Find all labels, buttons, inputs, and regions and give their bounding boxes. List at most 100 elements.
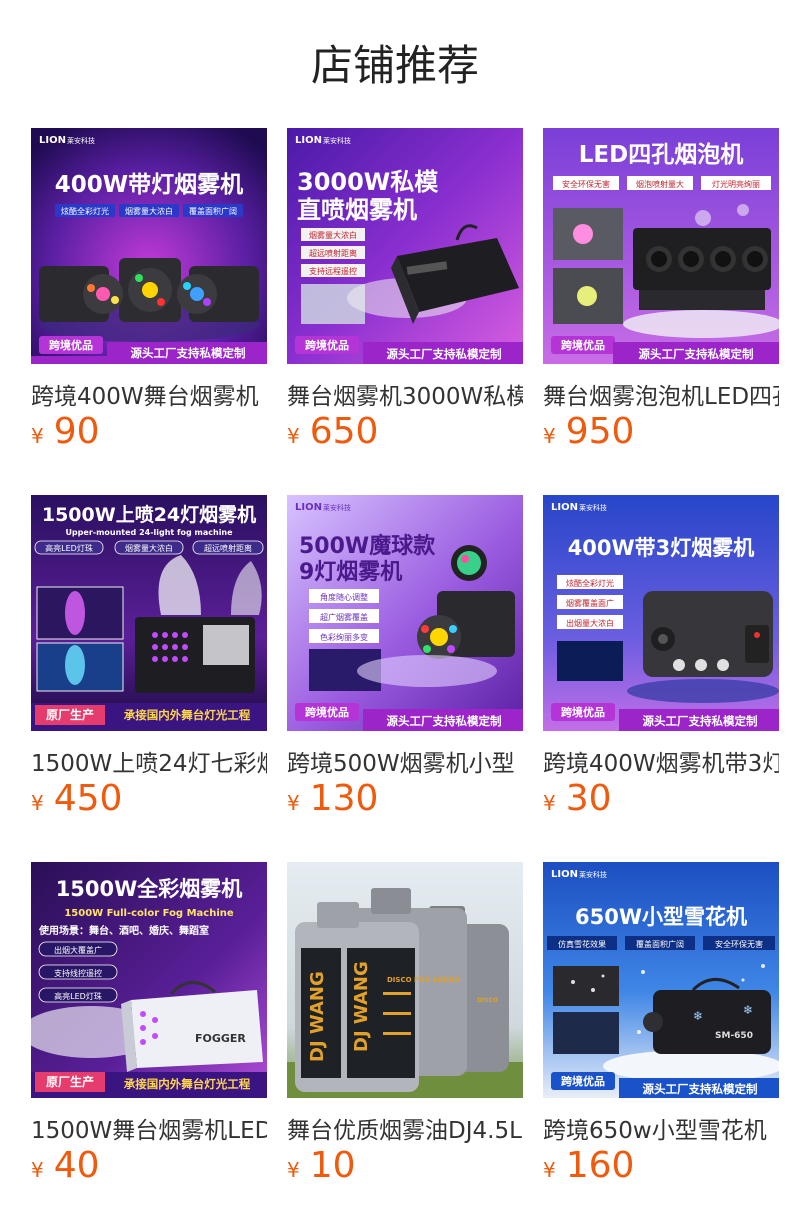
brand-logo: LION (295, 135, 322, 146)
price-value: 450 (53, 778, 123, 819)
product-image[interactable]: DJ WANG DJ WANG DISCO FOG LIQUID DISCO (287, 862, 523, 1098)
svg-text:使用场景：舞台、酒吧、婚庆、舞蹈室: 使用场景：舞台、酒吧、婚庆、舞蹈室 (38, 924, 209, 937)
image-headline: 3000W私模 (297, 168, 439, 196)
product-card[interactable]: LION 莱安科技 500W魔球款 9灯烟雾机 角度随心调整 超广烟雾覆盖 色彩… (287, 495, 523, 830)
svg-text:角度随心调整: 角度随心调整 (320, 592, 368, 602)
svg-text:莱安科技: 莱安科技 (323, 503, 351, 512)
svg-text:源头工厂支持私模定制: 源头工厂支持私模定制 (130, 346, 246, 360)
product-name[interactable]: 跨境400W舞台烟雾机 (31, 380, 267, 414)
product-name[interactable]: 跨境400W烟雾机带3灯 (543, 747, 779, 781)
product-card[interactable]: LION 莱安科技 400W带3灯烟雾机 炫酷全彩灯光 烟雾覆盖面广 出烟量大浓… (543, 495, 779, 830)
svg-text:承接国内外舞台灯光工程: 承接国内外舞台灯光工程 (123, 708, 251, 722)
badge: 跨境优品 (305, 338, 349, 352)
svg-text:安全环保无害: 安全环保无害 (715, 939, 763, 949)
product-image[interactable]: LED四孔烟泡机 安全环保无害 烟泡喷射量大 灯光明亮绚丽 跨境优品 源头工厂支… (543, 128, 779, 364)
product-image[interactable]: 1500W全彩烟雾机 1500W Full-color Fog Machine … (31, 862, 267, 1098)
svg-text:烟雾量大浓白: 烟雾量大浓白 (125, 206, 173, 216)
svg-text:直喷烟雾机: 直喷烟雾机 (297, 196, 417, 224)
price-value: 90 (53, 411, 100, 452)
product-image[interactable]: LION 莱安科技 500W魔球款 9灯烟雾机 角度随心调整 超广烟雾覆盖 色彩… (287, 495, 523, 731)
badge: 原厂生产 (46, 707, 94, 722)
svg-text:9灯烟雾机: 9灯烟雾机 (299, 560, 402, 585)
price-value: 30 (565, 778, 612, 819)
svg-text:FOGGER: FOGGER (195, 1032, 246, 1045)
currency-symbol: ¥ (287, 1158, 300, 1182)
svg-text:DJ WANG: DJ WANG (351, 961, 372, 1052)
product-card[interactable]: LION 莱安科技 650W小型雪花机 仿真雪花效果 覆盖面积广阔 安全环保无害… (543, 862, 779, 1197)
product-price: ¥650 (287, 411, 378, 455)
svg-text:炫酷全彩灯光: 炫酷全彩灯光 (566, 578, 614, 588)
badge: 跨境优品 (561, 1074, 605, 1088)
badge: 跨境优品 (49, 338, 93, 352)
price-value: 650 (309, 411, 379, 452)
badge: 原厂生产 (46, 1074, 94, 1089)
product-price: ¥10 (287, 1145, 356, 1189)
svg-text:莱安科技: 莱安科技 (579, 870, 607, 879)
product-name[interactable]: 跨境500W烟雾机小型 (287, 747, 523, 781)
product-price: ¥950 (543, 411, 634, 455)
snow-machine-graphic: SM-650 ❄ ❄ (643, 978, 771, 1054)
svg-text:DISCO: DISCO (477, 997, 498, 1004)
product-card[interactable]: LION 莱安科技 400W带灯烟雾机 炫酷全彩灯光 烟雾量大浓白 覆盖面积广阔 (31, 128, 267, 463)
svg-text:仿真雪花效果: 仿真雪花效果 (558, 939, 606, 949)
fog-machine-graphic (643, 591, 773, 677)
svg-text:烟雾量大浓白: 烟雾量大浓白 (309, 230, 357, 240)
product-name[interactable]: 舞台优质烟雾油DJ4.5L (287, 1114, 523, 1148)
fog-machine-graphic (633, 228, 771, 310)
price-value: 40 (53, 1145, 100, 1186)
product-card[interactable]: 1500W上喷24灯烟雾机 Upper-mounted 24-light fog… (31, 495, 267, 830)
badge: 跨境优品 (561, 338, 605, 352)
product-card[interactable]: 1500W全彩烟雾机 1500W Full-color Fog Machine … (31, 862, 267, 1197)
fog-machine-graphic (39, 258, 259, 322)
product-name[interactable]: 1500W舞台烟雾机LED (31, 1114, 267, 1148)
image-headline: 500W魔球款 (299, 533, 436, 559)
svg-text:高亮LED灯珠: 高亮LED灯珠 (45, 543, 93, 553)
price-value: 950 (565, 411, 635, 452)
svg-text:覆盖面积广阔: 覆盖面积广阔 (189, 206, 237, 216)
svg-text:高亮LED灯珠: 高亮LED灯珠 (54, 991, 102, 1001)
product-card[interactable]: LED四孔烟泡机 安全环保无害 烟泡喷射量大 灯光明亮绚丽 跨境优品 源头工厂支… (543, 128, 779, 463)
svg-text:色彩绚丽多变: 色彩绚丽多变 (320, 632, 368, 642)
svg-text:Upper-mounted 24-light fog mac: Upper-mounted 24-light fog machine (65, 528, 233, 537)
svg-text:源头工厂支持私模定制: 源头工厂支持私模定制 (642, 714, 758, 728)
product-price: ¥30 (543, 778, 612, 822)
currency-symbol: ¥ (543, 424, 556, 448)
svg-text:源头工厂支持私模定制: 源头工厂支持私模定制 (386, 714, 502, 728)
price-value: 130 (309, 778, 379, 819)
image-headline: 400W带3灯烟雾机 (568, 536, 755, 560)
brand-logo: LION (295, 502, 322, 513)
currency-symbol: ¥ (287, 424, 300, 448)
svg-text:超远喷射距离: 超远喷射距离 (204, 543, 252, 553)
product-card[interactable]: DJ WANG DJ WANG DISCO FOG LIQUID DISCO 舞… (287, 862, 523, 1197)
svg-text:覆盖面积广阔: 覆盖面积广阔 (636, 939, 684, 949)
price-value: 160 (565, 1145, 635, 1186)
product-image[interactable]: LION 莱安科技 3000W私模 直喷烟雾机 烟雾量大浓白 超远喷射距离 支持… (287, 128, 523, 364)
svg-text:莱安科技: 莱安科技 (323, 136, 351, 145)
svg-text:烟泡喷射量大: 烟泡喷射量大 (636, 179, 684, 189)
currency-symbol: ¥ (31, 1158, 44, 1182)
product-name[interactable]: 舞台烟雾机3000W私模 (287, 380, 523, 414)
svg-text:超远喷射距离: 超远喷射距离 (309, 248, 357, 258)
product-price: ¥90 (31, 411, 100, 455)
product-image[interactable]: 1500W上喷24灯烟雾机 Upper-mounted 24-light fog… (31, 495, 267, 731)
svg-text:支持远程遥控: 支持远程遥控 (309, 266, 357, 276)
svg-text:承接国内外舞台灯光工程: 承接国内外舞台灯光工程 (123, 1077, 251, 1091)
svg-text:DISCO FOG LIQUID: DISCO FOG LIQUID (387, 976, 460, 984)
image-headline: 650W小型雪花机 (575, 905, 747, 929)
product-image[interactable]: LION 莱安科技 400W带3灯烟雾机 炫酷全彩灯光 烟雾覆盖面广 出烟量大浓… (543, 495, 779, 731)
svg-text:烟雾覆盖面广: 烟雾覆盖面广 (566, 598, 614, 608)
svg-text:出烟量大浓白: 出烟量大浓白 (566, 618, 614, 628)
svg-text:❄: ❄ (693, 1009, 703, 1023)
product-name[interactable]: 跨境650w小型雪花机 (543, 1114, 779, 1148)
product-image[interactable]: LION 莱安科技 400W带灯烟雾机 炫酷全彩灯光 烟雾量大浓白 覆盖面积广阔 (31, 128, 267, 364)
svg-text:莱安科技: 莱安科技 (67, 136, 95, 145)
image-headline: 400W带灯烟雾机 (55, 172, 243, 198)
product-image[interactable]: LION 莱安科技 650W小型雪花机 仿真雪花效果 覆盖面积广阔 安全环保无害… (543, 862, 779, 1098)
svg-text:源头工厂支持私模定制: 源头工厂支持私模定制 (638, 347, 754, 361)
product-name[interactable]: 舞台烟雾泡泡机LED四孔 (543, 380, 779, 414)
section-title: 店铺推荐 (310, 41, 479, 90)
currency-symbol: ¥ (31, 791, 44, 815)
product-card[interactable]: LION 莱安科技 3000W私模 直喷烟雾机 烟雾量大浓白 超远喷射距离 支持… (287, 128, 523, 463)
svg-text:源头工厂支持私模定制: 源头工厂支持私模定制 (386, 347, 502, 361)
product-name[interactable]: 1500W上喷24灯七彩烟雾机 (31, 747, 267, 781)
